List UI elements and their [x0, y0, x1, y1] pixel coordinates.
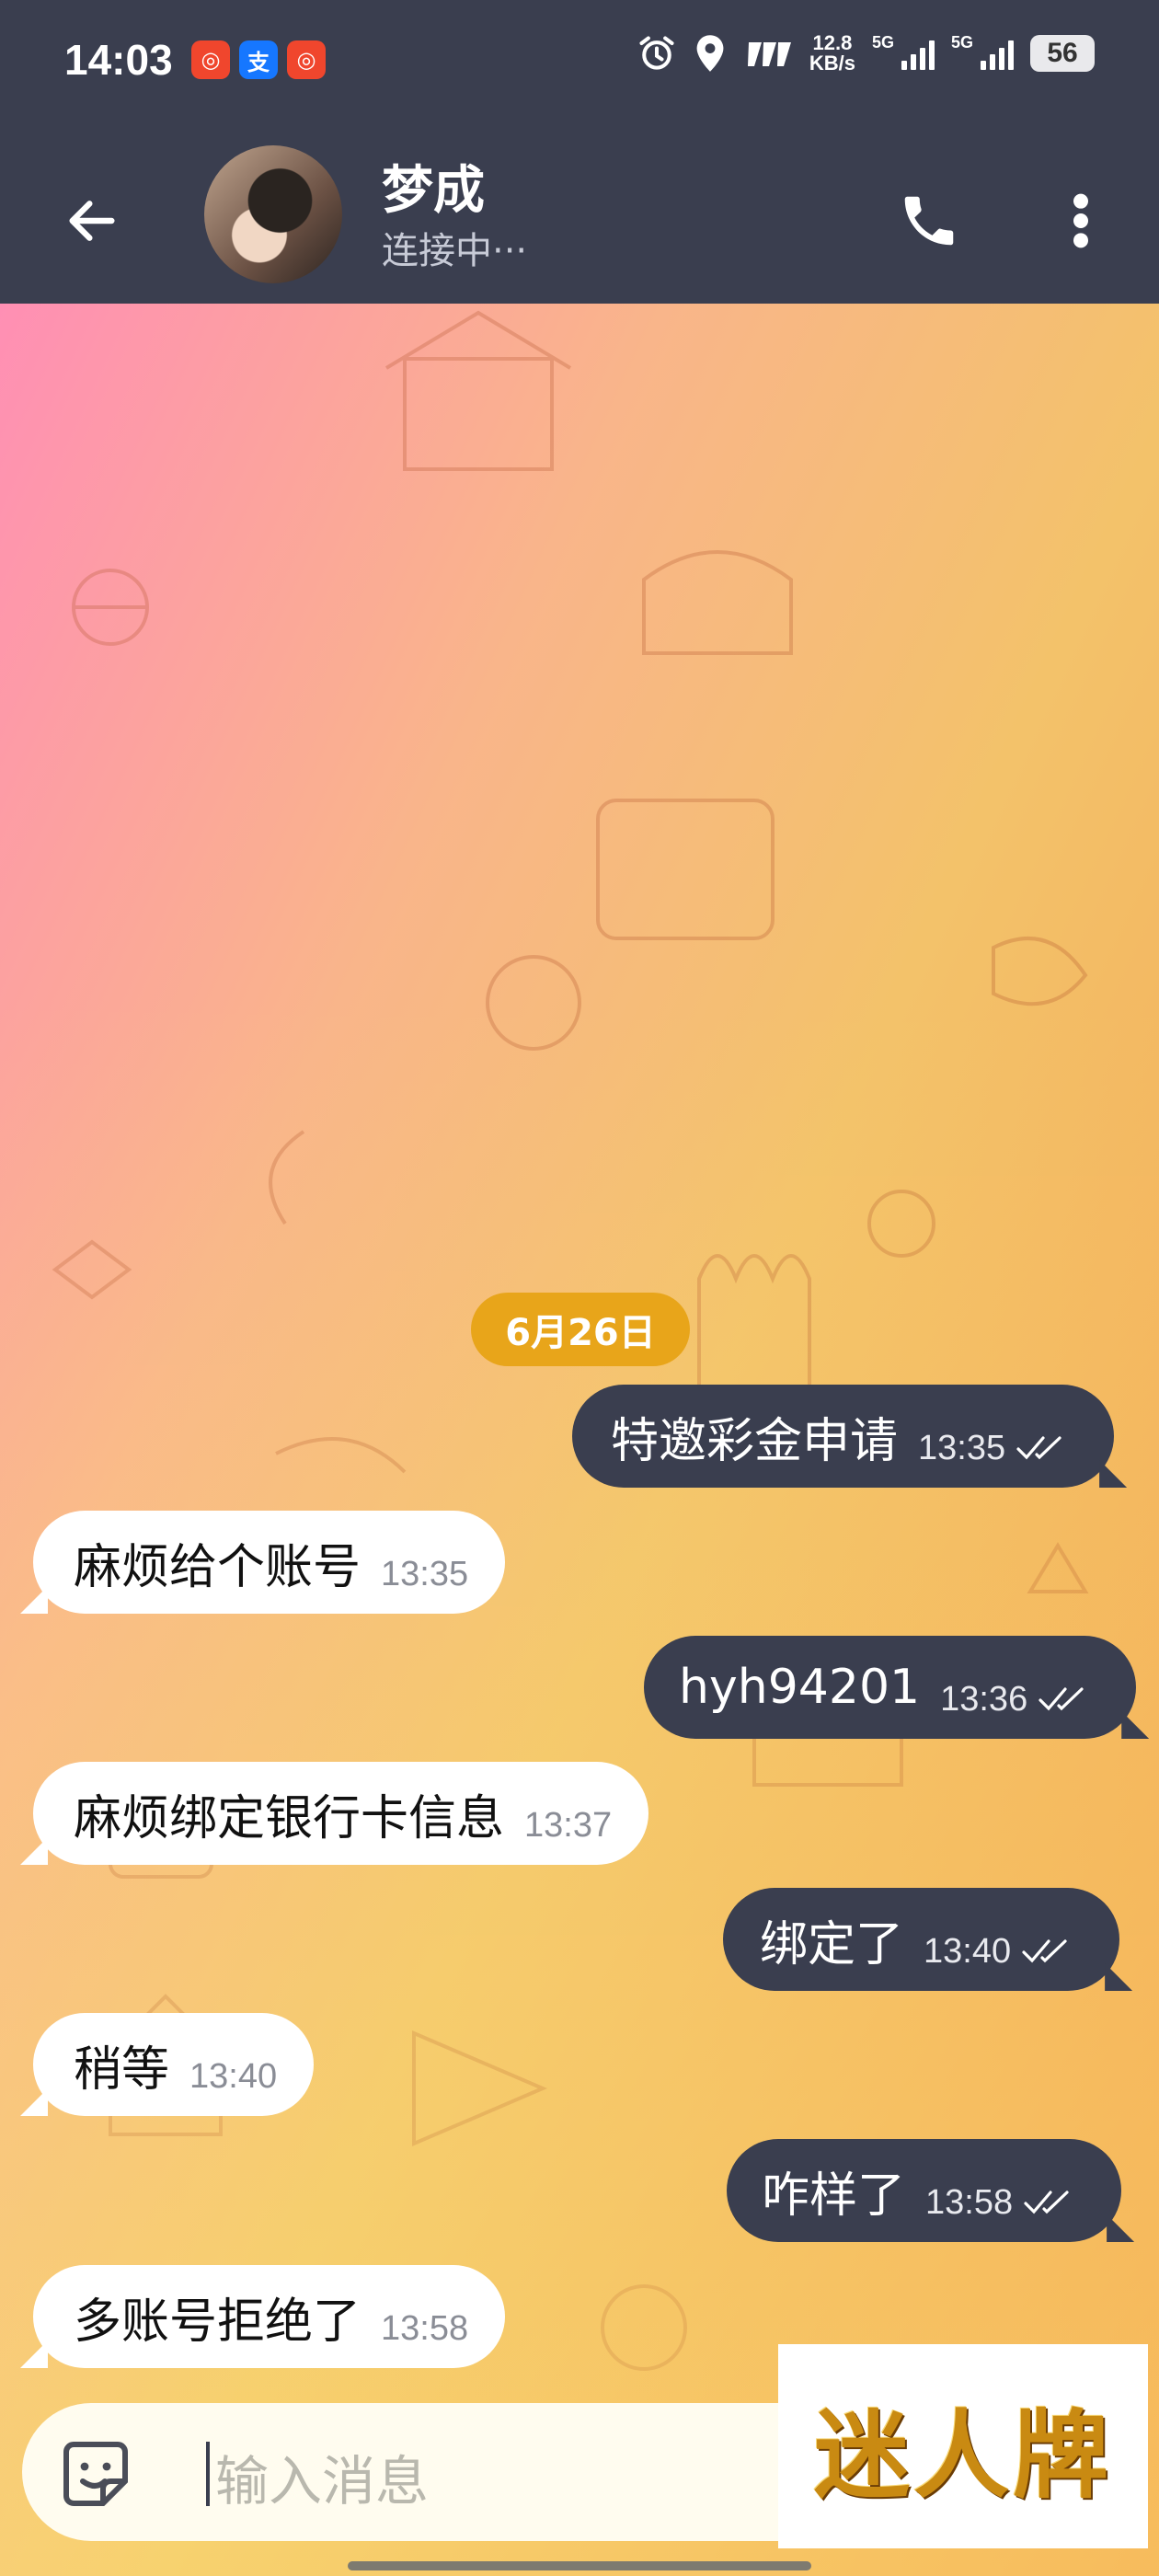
read-double-check-icon	[1024, 2191, 1069, 2214]
battery-icon: 56	[1030, 35, 1095, 72]
signal-icon-2	[981, 37, 1014, 70]
back-button[interactable]	[46, 175, 138, 267]
message-outgoing[interactable]: 绑定了 13:40	[723, 1888, 1120, 1991]
read-double-check-icon	[1039, 1687, 1084, 1711]
text-cursor	[206, 2442, 210, 2506]
network-type-1: 5G	[871, 33, 894, 52]
network-type-2: 5G	[950, 33, 973, 52]
status-bar: 14:03 ◎ 支 ◎ 12.8 KB/s 5G 5G 56	[0, 0, 1159, 120]
chat-area[interactable]: 6月26日 特邀彩金申请 13:35 麻烦给个账号 13:35 hyh94201…	[0, 304, 1159, 2576]
message-text: 麻烦给个账号	[74, 1539, 361, 1595]
speed-unit: KB/s	[809, 52, 855, 75]
read-double-check-icon	[1016, 1436, 1061, 1460]
message-text: 特邀彩金申请	[611, 1413, 899, 1469]
app-icon-red-2: ◎	[287, 40, 326, 79]
back-arrow-icon	[69, 201, 115, 241]
home-indicator[interactable]	[348, 2561, 811, 2570]
notification-icons: ◎ 支 ◎	[191, 40, 326, 79]
read-double-check-icon	[1022, 1939, 1067, 1963]
message-incoming[interactable]: 多账号拒绝了 13:58	[33, 2265, 506, 2368]
message-time: 13:40	[189, 2056, 278, 2096]
alipay-icon: 支	[239, 40, 278, 79]
wifi-calling-icon	[747, 42, 791, 66]
message-time: 13:58	[925, 2182, 1014, 2222]
location-icon	[696, 35, 724, 72]
more-vertical-icon	[1073, 193, 1088, 248]
date-separator: 6月26日	[471, 1293, 690, 1366]
contact-name[interactable]: 梦成	[382, 149, 485, 224]
message-incoming[interactable]: 麻烦绑定银行卡信息 13:37	[33, 1762, 649, 1865]
message-text: 咋样了	[762, 2168, 906, 2224]
sticker-icon[interactable]	[59, 2437, 132, 2511]
message-incoming[interactable]: 麻烦给个账号 13:35	[33, 1511, 506, 1614]
message-time: 13:35	[918, 1428, 1006, 1467]
watermark-text: 迷人牌	[813, 2398, 1112, 2512]
avatar[interactable]	[204, 145, 342, 283]
message-text: 稍等	[74, 2041, 170, 2098]
message-text: hyh94201	[679, 1660, 921, 1715]
message-time: 13:37	[524, 1805, 613, 1845]
more-options-button[interactable]	[1039, 175, 1122, 267]
status-time: 14:03	[64, 36, 173, 84]
message-input[interactable]: 输入消息	[215, 2438, 429, 2515]
app-icon-red: ◎	[191, 40, 230, 79]
message-incoming[interactable]: 稍等 13:40	[33, 2013, 315, 2116]
signal-icon-1	[901, 37, 935, 70]
message-time: 13:35	[381, 1554, 469, 1593]
message-outgoing[interactable]: 特邀彩金申请 13:35	[572, 1385, 1115, 1488]
connection-status: 连接中···	[382, 230, 528, 272]
phone-icon	[904, 196, 954, 246]
message-time: 13:40	[924, 1931, 1012, 1971]
speed-value: 12.8	[812, 31, 853, 54]
network-speed: 12.8 KB/s	[809, 33, 855, 74]
message-time: 13:58	[381, 2308, 469, 2348]
message-text: 麻烦绑定银行卡信息	[74, 1790, 505, 1846]
status-right: 12.8 KB/s 5G 5G 56	[637, 33, 1095, 74]
call-button[interactable]	[883, 175, 975, 267]
alarm-icon	[639, 36, 674, 70]
message-time: 13:36	[940, 1679, 1028, 1719]
message-outgoing[interactable]: 咋样了 13:58	[727, 2139, 1122, 2242]
message-text: 多账号拒绝了	[74, 2294, 361, 2350]
message-text: 绑定了	[760, 1916, 904, 1972]
message-outgoing[interactable]: hyh94201 13:36	[644, 1636, 1137, 1739]
watermark-logo: 迷人牌	[778, 2344, 1148, 2548]
chat-header: 梦成 连接中···	[0, 120, 1159, 304]
